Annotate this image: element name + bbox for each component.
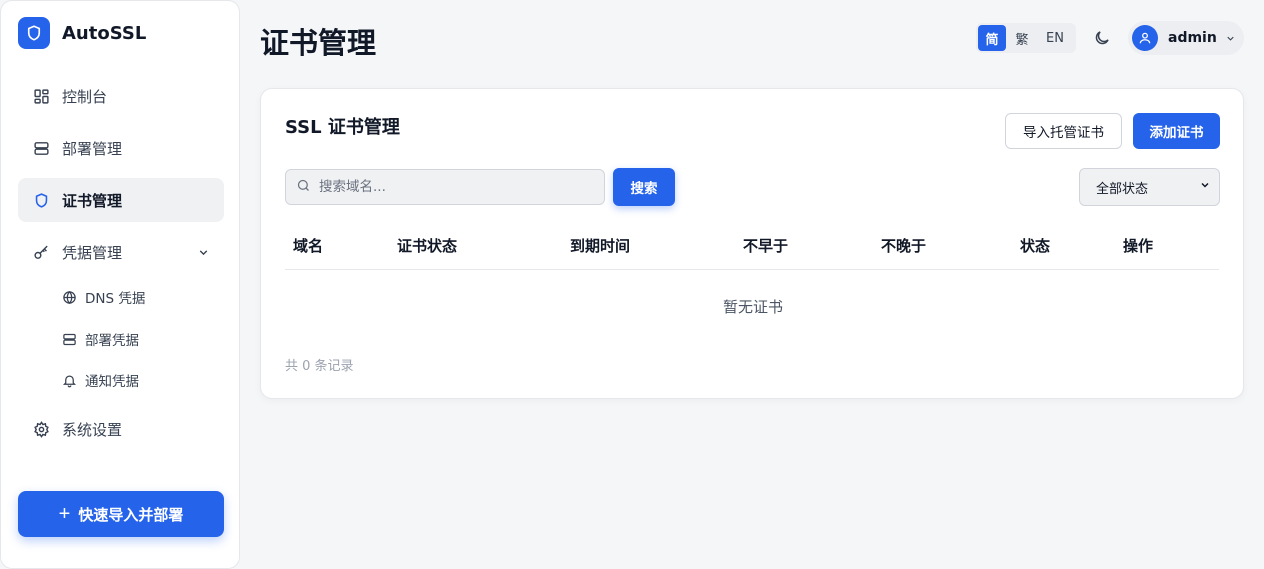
sidebar-item-credentials[interactable]: 凭据管理 [18,230,224,274]
sidebar-item-label: 凭据管理 [62,243,123,262]
sidebar: AutoSSL 控制台 部署管理 证书管理 凭据管理 DNS 凭据 部署凭据 通… [0,0,240,569]
shield-icon [32,191,50,209]
column-header-cert-status[interactable]: 证书状态 [397,235,457,256]
brand-name: AutoSSL [62,22,147,44]
chevron-down-icon [1225,33,1236,44]
column-header-domain[interactable]: 域名 [293,235,323,256]
dashboard-icon [32,87,50,105]
server-icon [32,139,50,157]
column-header-status[interactable]: 状态 [1020,235,1050,256]
globe-icon [61,289,77,305]
sidebar-subitem-dns-credentials[interactable]: DNS 凭据 [53,279,224,315]
empty-state-text: 暂无证书 [722,298,783,316]
status-filter-value: 全部状态 [1096,181,1149,197]
card-title: SSL 证书管理 [285,117,400,138]
status-filter-select[interactable]: 全部状态 [1079,168,1220,206]
sidebar-item-certificates[interactable]: 证书管理 [18,178,224,222]
user-name: admin [1168,30,1217,46]
theme-toggle-moon-icon[interactable] [1090,26,1114,50]
table-header: 域名 证书状态 到期时间 不早于 不晚于 状态 操作 [285,221,1219,270]
search-button[interactable]: 搜索 [613,168,675,206]
column-header-not-after[interactable]: 不晚于 [881,235,926,256]
bell-icon [61,372,77,388]
brand[interactable]: AutoSSL [18,17,146,49]
certificate-card: SSL 证书管理 导入托管证书 添加证书 搜索 全部状态 域名 证书状态 到期时… [260,88,1244,399]
sidebar-item-label: 系统设置 [62,420,123,439]
sidebar-item-label: 控制台 [62,87,108,106]
language-switcher: 简 繁 EN [976,23,1076,53]
column-header-expiry[interactable]: 到期时间 [570,235,630,256]
search-box [285,169,605,205]
chevron-down-icon [1199,179,1211,195]
server-icon [61,331,77,347]
sidebar-subitem-label: DNS 凭据 [85,291,146,307]
plus-icon: + [58,503,71,525]
lang-option-simplified[interactable]: 简 [978,25,1006,51]
sidebar-item-dashboard[interactable]: 控制台 [18,74,224,118]
brand-logo-shield-icon [18,17,50,49]
quick-import-deploy-label: 快速导入并部署 [78,506,184,524]
quick-import-deploy-button[interactable]: + 快速导入并部署 [18,491,224,537]
import-managed-cert-button[interactable]: 导入托管证书 [1005,113,1122,149]
page-title: 证书管理 [260,26,377,60]
total-records-text: 共 0 条记录 [285,359,354,374]
lang-option-english[interactable]: EN [1038,25,1072,51]
search-icon [296,178,311,197]
chevron-down-icon [197,245,210,263]
sidebar-item-deploy[interactable]: 部署管理 [18,126,224,170]
user-menu[interactable]: admin [1128,21,1244,55]
sidebar-subitem-deploy-credentials[interactable]: 部署凭据 [53,321,224,357]
add-certificate-button[interactable]: 添加证书 [1133,113,1220,149]
search-input[interactable] [319,179,589,195]
key-icon [32,243,50,261]
sidebar-subitem-label: 部署凭据 [85,333,139,349]
sidebar-item-settings[interactable]: 系统设置 [18,407,224,451]
column-header-not-before[interactable]: 不早于 [743,235,788,256]
sidebar-item-label: 证书管理 [62,191,123,210]
lang-option-traditional[interactable]: 繁 [1006,25,1038,51]
gear-icon [32,420,50,438]
column-header-actions: 操作 [1123,237,1154,255]
sidebar-item-label: 部署管理 [62,139,123,158]
sidebar-subitem-notify-credentials[interactable]: 通知凭据 [53,362,224,398]
sidebar-subitem-label: 通知凭据 [85,374,139,390]
avatar-user-icon [1132,25,1158,51]
